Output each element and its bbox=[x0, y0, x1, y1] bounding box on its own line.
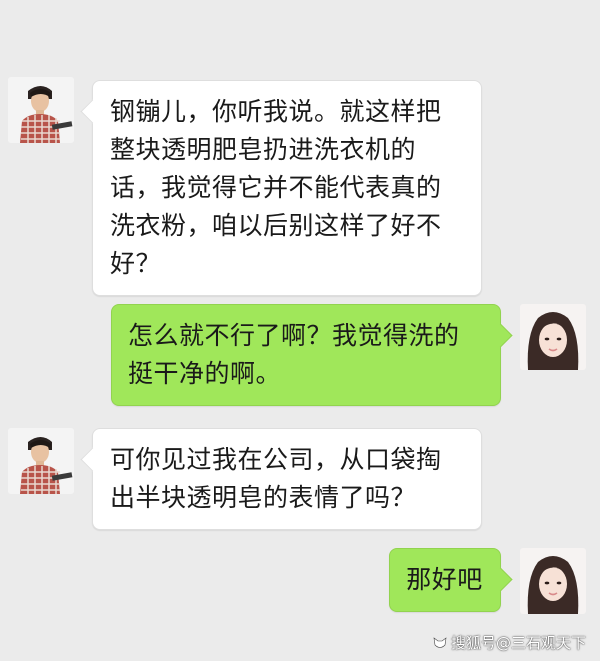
male-avatar-icon bbox=[8, 428, 74, 494]
message-bubble-3[interactable]: 可你见过我在公司，从口袋掏 出半块透明皂的表情了吗？ bbox=[92, 428, 482, 530]
female-avatar-icon bbox=[520, 304, 586, 370]
watermark: 搜狐号@三石观天下 bbox=[432, 632, 586, 653]
message-text-3: 可你见过我在公司，从口袋掏 出半块透明皂的表情了吗？ bbox=[110, 445, 442, 512]
watermark-text: 搜狐号@三石观天下 bbox=[450, 634, 586, 652]
male-avatar[interactable] bbox=[8, 77, 74, 143]
sohu-fox-icon bbox=[432, 635, 448, 651]
message-bubble-1[interactable]: 钢镚儿，你听我说。就这样把 整块透明肥皂扔进洗衣机的 话，我觉得它并不能代表真的… bbox=[92, 80, 482, 296]
message-text-1: 钢镚儿，你听我说。就这样把 整块透明肥皂扔进洗衣机的 话，我觉得它并不能代表真的… bbox=[110, 97, 442, 278]
message-text-4: 那好吧 bbox=[406, 565, 483, 594]
female-avatar[interactable] bbox=[520, 304, 586, 370]
message-bubble-2[interactable]: 怎么就不行了啊？我觉得洗的 挺干净的啊。 bbox=[111, 304, 501, 406]
message-bubble-4[interactable]: 那好吧 bbox=[389, 548, 501, 612]
chat-window: 钢镚儿，你听我说。就这样把 整块透明肥皂扔进洗衣机的 话，我觉得它并不能代表真的… bbox=[0, 0, 600, 661]
message-text-2: 怎么就不行了啊？我觉得洗的 挺干净的啊。 bbox=[128, 321, 460, 388]
female-avatar[interactable] bbox=[520, 548, 586, 614]
male-avatar[interactable] bbox=[8, 428, 74, 494]
female-avatar-icon bbox=[520, 548, 586, 614]
male-avatar-icon bbox=[8, 77, 74, 143]
